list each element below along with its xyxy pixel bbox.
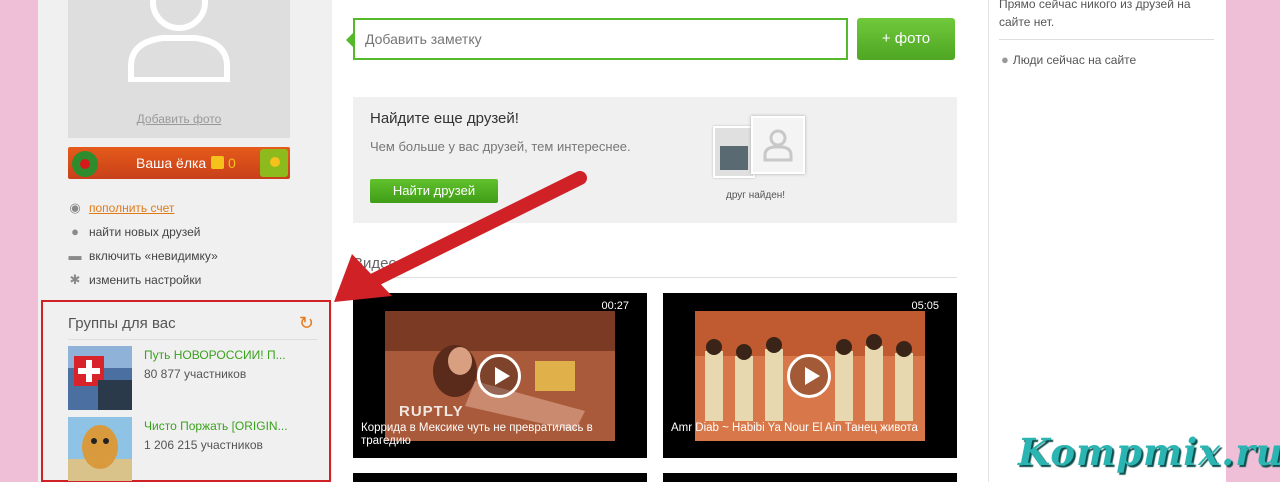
note-field[interactable] [346, 18, 848, 60]
avatar-placeholder-icon [128, 0, 230, 82]
groups-title: Группы для вас [68, 315, 176, 332]
add-photo-button[interactable]: + фото [857, 18, 955, 60]
elka-count: 0 [228, 155, 236, 171]
gift-box-icon [260, 149, 288, 177]
group-thumbnail[interactable] [68, 346, 132, 410]
find-friends-panel: Найдите еще друзей! Чем больше у вас дру… [353, 97, 957, 223]
user-icon: ● [71, 224, 79, 239]
find-friends-title: Найдите еще друзей! [370, 110, 519, 127]
menu-item-label[interactable]: найти новых друзей [89, 225, 200, 239]
users-icon: ● [1001, 52, 1009, 67]
find-friends-button[interactable]: Найти друзей [370, 179, 498, 203]
hat-icon: ▬ [68, 248, 82, 263]
find-friends-description: Чем больше у вас друзей, тем интереснее. [370, 139, 631, 154]
menu-item-label[interactable]: изменить настройки [89, 273, 201, 287]
note-input[interactable] [355, 20, 846, 58]
ornament-icon [72, 151, 98, 177]
friend-placeholder [751, 116, 805, 174]
menu-item-topup[interactable]: ◉ пополнить счет [68, 196, 218, 220]
friend-photo [713, 126, 755, 178]
group-thumbnail[interactable] [68, 417, 132, 481]
refresh-icon[interactable]: ↻ [299, 313, 314, 334]
avatar[interactable]: Добавить фото [68, 0, 290, 138]
menu-item-find-friends[interactable]: ● найти новых друзей [68, 220, 218, 244]
video-duration: 00:27 [601, 300, 629, 312]
video-card[interactable]: 00:27 RUPTLY Коррида в Мексике чуть не п… [353, 293, 647, 458]
add-photo-link[interactable]: Добавить фото [68, 112, 290, 126]
groups-for-you-panel: Группы для вас ↻ Путь НОВОРОССИИ! П... 8… [41, 300, 331, 482]
videos-title: Видео [353, 255, 397, 272]
user-silhouette-icon [763, 129, 793, 162]
gear-icon: ✱ [69, 272, 81, 287]
menu-item-label[interactable]: пополнить счет [89, 201, 174, 215]
menu-item-invisible[interactable]: ▬ включить «невидимку» [68, 244, 218, 268]
group-members: 1 206 215 участников [144, 438, 263, 452]
menu-item-label[interactable]: включить «невидимку» [89, 249, 218, 263]
video-caption[interactable]: Коррида в Мексике чуть не превратилась в… [361, 422, 611, 448]
video-card-partial[interactable] [663, 473, 957, 482]
video-card[interactable]: 05:05 Amr Diab ~ Habibi Ya Nour El Ain Т… [663, 293, 957, 458]
play-icon[interactable] [477, 354, 521, 398]
page: Добавить фото Ваша ёлка 0 ◉ пополнить сч… [38, 0, 1226, 482]
watermark: Kompmix.ru [1018, 430, 1280, 474]
people-online-label[interactable]: Люди сейчас на сайте [1013, 53, 1136, 67]
gift-icon [211, 156, 224, 169]
friend-found-text: друг найден! [726, 190, 786, 201]
right-column: Прямо сейчас никого из друзей на сайте н… [988, 0, 1226, 482]
divider [68, 339, 317, 340]
video-card-partial[interactable] [353, 473, 647, 482]
video-duration: 05:05 [911, 300, 939, 312]
friends-online-text: Прямо сейчас никого из друзей на сайте н… [999, 0, 1191, 29]
coin-icon: ◉ [69, 200, 81, 215]
video-caption[interactable]: Amr Diab ~ Habibi Ya Nour El Ain Танец ж… [671, 422, 921, 435]
profile-menu: ◉ пополнить счет ● найти новых друзей ▬ … [68, 196, 218, 292]
ruptly-logo: RUPTLY [399, 403, 464, 420]
divider [999, 39, 1214, 40]
divider [353, 277, 957, 278]
menu-item-settings[interactable]: ✱ изменить настройки [68, 268, 218, 292]
group-members: 80 877 участников [144, 367, 247, 381]
people-online-link[interactable]: ● Люди сейчас на сайте [1001, 52, 1136, 67]
group-name[interactable]: Путь НОВОРОССИИ! П... [144, 348, 286, 362]
left-column: Добавить фото Ваша ёлка 0 ◉ пополнить сч… [38, 0, 332, 482]
elka-banner[interactable]: Ваша ёлка 0 [68, 147, 290, 179]
group-name[interactable]: Чисто Поржать [ORIGIN... [144, 419, 288, 433]
play-icon[interactable] [787, 354, 831, 398]
elka-label: Ваша ёлка [136, 155, 207, 171]
